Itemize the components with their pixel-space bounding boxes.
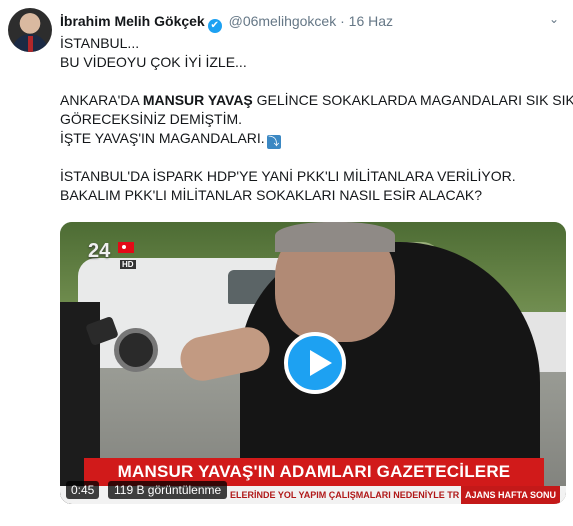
- tweet: İbrahim Melih Gökçek ✔ @06melihgokcek · 1…: [0, 0, 573, 526]
- video-van-wheel: [114, 328, 158, 372]
- tweet-line: GÖRECEKSİNİZ DEMİŞTİM.: [60, 111, 243, 127]
- tweet-text: İSTANBUL... BU VİDEOYU ÇOK İYİ İZLE... A…: [60, 34, 573, 205]
- video-view-count: 119 B görüntülenme: [108, 481, 228, 499]
- flag-icon: [118, 242, 134, 253]
- avatar-tie: [28, 36, 33, 52]
- tweet-line: İSTANBUL'DA İSPARK HDP'YE YANİ PKK'LI Mİ…: [60, 168, 516, 184]
- tweet-line: BU VİDEOYU ÇOK İYİ İZLE...: [60, 54, 247, 70]
- channel-logo: 24 HD: [88, 234, 136, 270]
- video-duration: 0:45: [66, 481, 100, 499]
- separator: ·: [340, 13, 345, 29]
- tweet-line-text: İŞTE YAVAŞ'IN MAGANDALARI.: [60, 130, 265, 146]
- channel-number: 24: [88, 240, 111, 262]
- tweet-line: İŞTE YAVAŞ'IN MAGANDALARI. ⤵: [60, 129, 560, 149]
- tweet-date[interactable]: 16 Haz: [349, 13, 393, 29]
- video-player[interactable]: 24 HD MANSUR YAVAŞ'IN ADAMLARI GAZETECİL…: [60, 222, 566, 504]
- author-handle[interactable]: @06melihgokcek: [229, 13, 337, 29]
- tweet-line-prefix: ANKARA'DA: [60, 92, 143, 108]
- ticker-text: ELERİNDE YOL YAPIM ÇALIŞMALARI NEDENİYLE…: [230, 490, 460, 500]
- verified-badge-icon: ✔: [207, 19, 222, 33]
- video-man-hair: [275, 222, 395, 252]
- channel-hd: HD: [120, 260, 136, 269]
- avatar[interactable]: [8, 8, 52, 52]
- chevron-down-icon[interactable]: ⌄: [547, 12, 561, 26]
- tweet-line: İSTANBUL...: [60, 35, 140, 51]
- ticker-tag: AJANS HAFTA SONU: [460, 486, 560, 504]
- tweet-line: BAKALIM PKK'LI MİLİTANLAR SOKAKLARI NASI…: [60, 187, 483, 203]
- play-icon[interactable]: [284, 332, 346, 394]
- tweet-line-bold: MANSUR YAVAŞ: [142, 92, 253, 108]
- author-name[interactable]: İbrahim Melih Gökçek: [60, 13, 205, 29]
- tweet-header: İbrahim Melih Gökçek ✔ @06melihgokcek · 1…: [60, 13, 565, 33]
- tweet-line: ANKARA'DA MANSUR YAVAŞ GELİNCE SOKAKLARD…: [60, 91, 573, 110]
- arrow-down-emoji-icon: ⤵: [266, 135, 281, 149]
- tweet-line-suffix: GELİNCE SOKAKLARDA MAGANDALARI SIK SIK: [252, 92, 573, 108]
